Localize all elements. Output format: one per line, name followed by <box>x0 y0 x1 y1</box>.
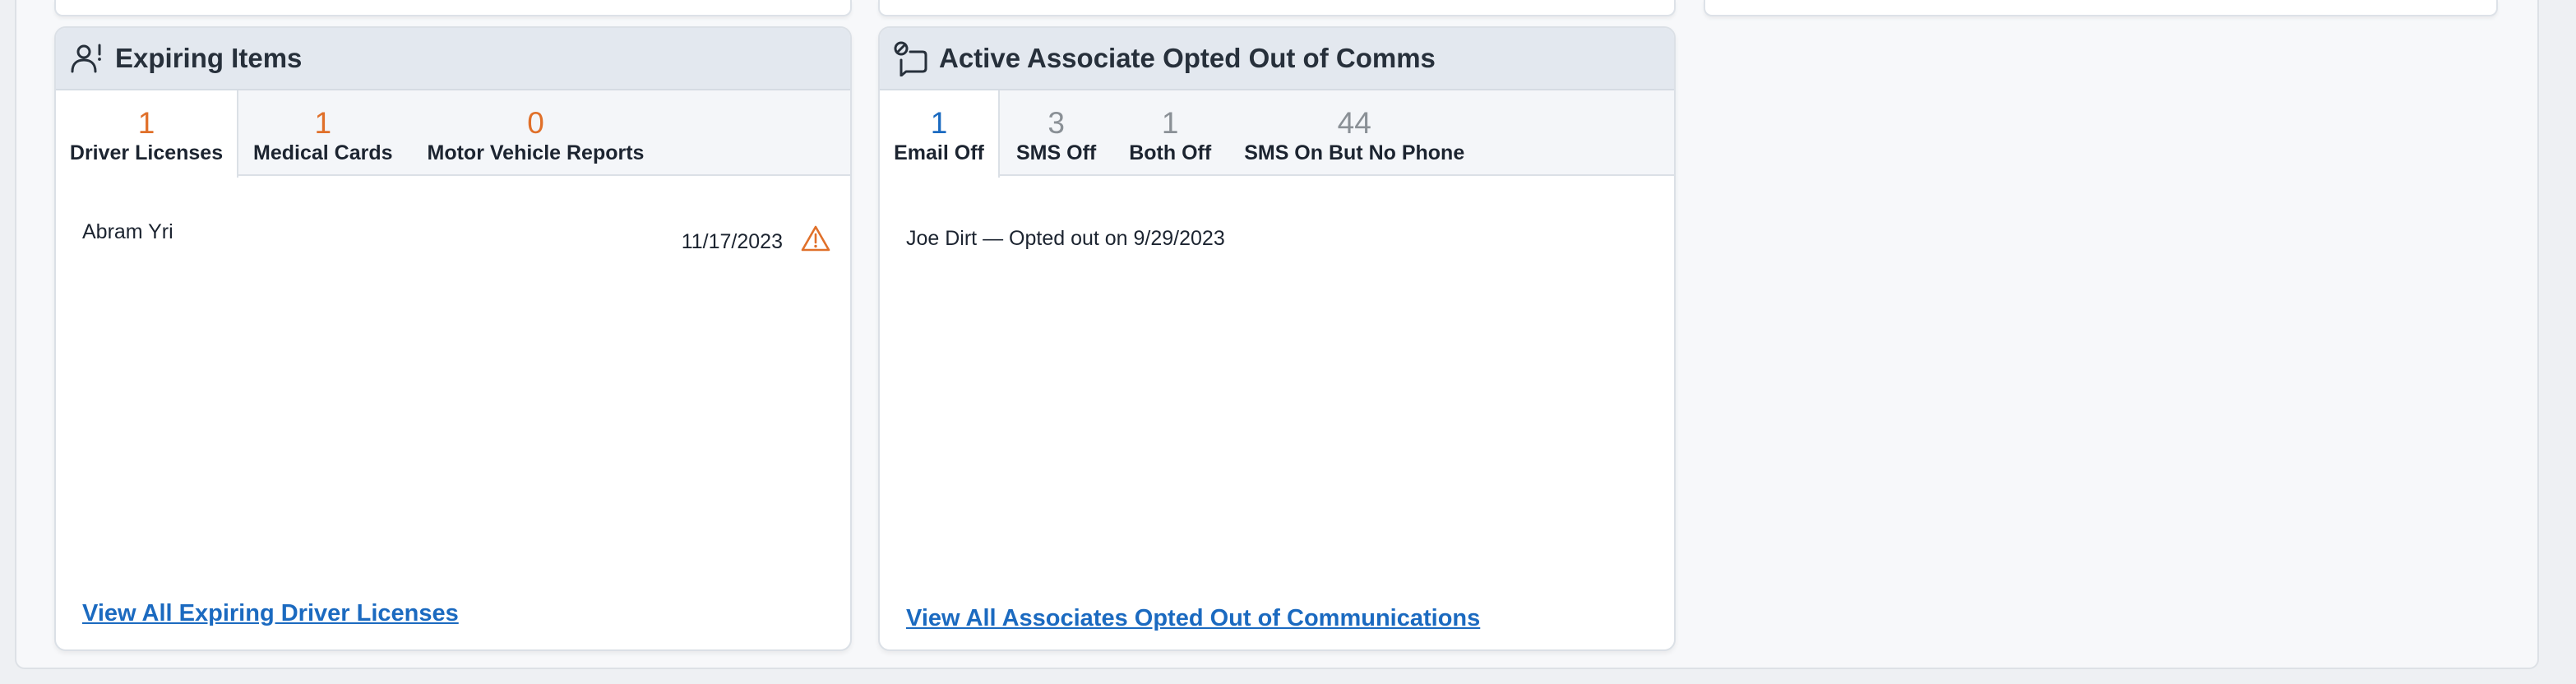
tab-label: Both Off <box>1129 141 1212 164</box>
tab-driver-licenses[interactable]: 1 Driver Licenses <box>56 90 238 178</box>
expiring-items-tabs: 1 Driver Licenses 1 Medical Cards 0 Moto… <box>56 90 850 178</box>
card-above-left <box>54 0 852 16</box>
opted-out-title: Active Associate Opted Out of Comms <box>939 43 1436 73</box>
expiring-items-card: Expiring Items 1 Driver Licenses 1 Medic… <box>54 26 852 651</box>
tab-sms-off[interactable]: 3 SMS Off <box>1000 90 1112 176</box>
opted-out-card: Active Associate Opted Out of Comms 1 Em… <box>878 26 1676 651</box>
tab-label: Email Off <box>894 141 984 164</box>
tab-count: 1 <box>314 106 332 140</box>
opted-out-tabs: 1 Email Off 3 SMS Off 1 Both Off 44 SMS … <box>880 90 1674 178</box>
tab-label: SMS On But No Phone <box>1244 141 1465 164</box>
tab-label: Medical Cards <box>253 141 393 164</box>
card-above-right <box>1704 0 2498 16</box>
associate-name: Abram Yri <box>82 220 173 243</box>
expiring-items-header: Expiring Items <box>56 28 850 90</box>
expiring-items-title: Expiring Items <box>115 43 303 73</box>
view-all-opted-out-link[interactable]: View All Associates Opted Out of Communi… <box>906 605 1480 632</box>
view-all-expiring-link[interactable]: View All Expiring Driver Licenses <box>82 600 459 627</box>
opted-out-header: Active Associate Opted Out of Comms <box>880 28 1674 90</box>
tab-count: 0 <box>527 106 544 140</box>
tab-count: 1 <box>137 106 155 140</box>
tab-both-off[interactable]: 1 Both Off <box>1112 90 1228 176</box>
opted-out-entry: Joe Dirt — Opted out on 9/29/2023 <box>906 227 1225 250</box>
tab-label: Driver Licenses <box>69 141 224 164</box>
tab-sms-on-no-phone[interactable]: 44 SMS On But No Phone <box>1228 90 1481 176</box>
tab-medical-cards[interactable]: 1 Medical Cards <box>238 90 411 176</box>
list-item[interactable]: Abram Yri 11/17/2023 <box>56 181 850 263</box>
warning-icon <box>801 225 830 252</box>
tab-label: Motor Vehicle Reports <box>427 141 645 164</box>
card-above-middle <box>878 0 1676 16</box>
user-alert-icon <box>71 44 101 73</box>
expiration-date: 11/17/2023 <box>681 230 783 253</box>
tab-label: SMS Off <box>1016 141 1097 164</box>
tab-count: 44 <box>1337 106 1371 140</box>
tab-count: 1 <box>1161 106 1179 140</box>
tab-motor-vehicle-reports[interactable]: 0 Motor Vehicle Reports <box>411 90 661 176</box>
message-off-icon <box>894 41 927 76</box>
tab-count: 1 <box>930 106 948 140</box>
tab-email-off[interactable]: 1 Email Off <box>880 90 1000 178</box>
list-item[interactable]: Joe Dirt — Opted out on 9/29/2023 <box>880 181 1674 263</box>
tab-count: 3 <box>1048 106 1065 140</box>
